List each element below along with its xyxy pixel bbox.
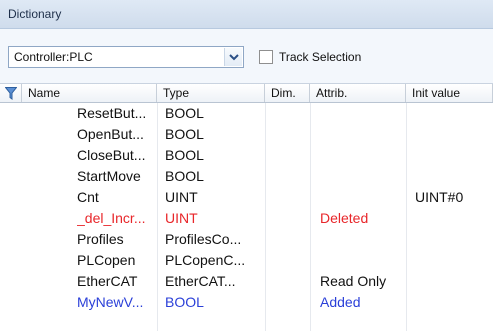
table-row[interactable]: _del_Incr... UINT Deleted: [0, 208, 493, 229]
dictionary-table: Name Type Dim. Attrib. Init value ResetB…: [0, 83, 493, 331]
cell-dim: [270, 103, 310, 124]
table-row[interactable]: EtherCAT EtherCAT... Read Only: [0, 271, 493, 292]
cell-init-value: [415, 271, 493, 292]
table-row[interactable]: StartMove BOOL: [0, 166, 493, 187]
cell-dim: [270, 271, 310, 292]
cell-dim: [270, 229, 310, 250]
cell-type: EtherCAT...: [165, 273, 236, 289]
cell-name: EtherCAT: [77, 273, 138, 289]
cell-attrib: Deleted: [320, 210, 369, 226]
cell-init-value: [415, 250, 493, 271]
table-row[interactable]: Cnt UINT UINT#0: [0, 187, 493, 208]
cell-name: ResetBut...: [77, 105, 147, 121]
cell-attrib: [320, 187, 406, 208]
column-header-dim[interactable]: Dim.: [265, 84, 310, 102]
cell-init-value: [415, 166, 493, 187]
cell-attrib: [320, 145, 406, 166]
cell-dim: [270, 124, 310, 145]
table-row[interactable]: ResetBut... BOOL: [0, 103, 493, 124]
cell-dim: [270, 166, 310, 187]
table-row[interactable]: Profiles ProfilesCo...: [0, 229, 493, 250]
cell-dim: [270, 187, 310, 208]
cell-type: BOOL: [165, 126, 204, 142]
cell-type: BOOL: [165, 294, 204, 310]
cell-init-value: [415, 103, 493, 124]
cell-type: BOOL: [165, 105, 204, 121]
controller-select-value: Controller:PLC: [14, 50, 93, 64]
chevron-down-icon: [229, 54, 239, 61]
column-header-attrib[interactable]: Attrib.: [310, 84, 406, 102]
cell-dim: [270, 145, 310, 166]
cell-type: ProfilesCo...: [165, 231, 242, 247]
cell-name: MyNewV...: [77, 294, 144, 310]
cell-name: CloseBut...: [77, 147, 146, 163]
filter-funnel-icon: [5, 87, 17, 100]
table-body: ResetBut... BOOL OpenBut... BOOL CloseBut...…: [0, 103, 493, 313]
cell-init-value: [415, 229, 493, 250]
column-header-init-value[interactable]: Init value: [406, 84, 493, 102]
cell-name: Profiles: [77, 231, 124, 247]
filter-button[interactable]: [0, 84, 22, 102]
cell-init-value: [415, 292, 493, 313]
table-row[interactable]: PLCopen PLCopenC...: [0, 250, 493, 271]
cell-attrib: [320, 103, 406, 124]
cell-init-value: [415, 145, 493, 166]
controller-select[interactable]: Controller:PLC: [8, 46, 244, 68]
cell-attrib: [320, 250, 406, 271]
table-header: Name Type Dim. Attrib. Init value: [0, 84, 493, 103]
column-header-name[interactable]: Name: [22, 84, 157, 102]
column-header-type[interactable]: Type: [157, 84, 265, 102]
table-row[interactable]: CloseBut... BOOL: [0, 145, 493, 166]
cell-type: PLCopenC...: [165, 252, 246, 268]
cell-attrib: [320, 229, 406, 250]
cell-attrib: [320, 166, 406, 187]
cell-name: _del_Incr...: [77, 210, 146, 226]
cell-type: BOOL: [165, 147, 204, 163]
cell-name: PLCopen: [77, 252, 136, 268]
cell-dim: [270, 208, 310, 229]
cell-type: BOOL: [165, 168, 204, 184]
cell-attrib: [320, 124, 406, 145]
cell-dim: [270, 250, 310, 271]
cell-name: Cnt: [77, 189, 99, 205]
table-row[interactable]: OpenBut... BOOL: [0, 124, 493, 145]
panel-titlebar: Dictionary: [0, 0, 493, 29]
cell-dim: [270, 292, 310, 313]
cell-attrib: Read Only: [320, 273, 387, 289]
dictionary-toolbar: Controller:PLC Track Selection: [0, 29, 493, 83]
table-row[interactable]: MyNewV... BOOL Added: [0, 292, 493, 313]
cell-init-value: [415, 208, 493, 229]
panel-title: Dictionary: [8, 7, 62, 21]
track-selection-checkbox[interactable]: [259, 50, 273, 64]
cell-name: OpenBut...: [77, 126, 144, 142]
cell-name: StartMove: [77, 168, 141, 184]
cell-type: UINT: [165, 189, 198, 205]
cell-init-value: UINT#0: [415, 189, 464, 205]
cell-init-value: [415, 124, 493, 145]
cell-type: UINT: [165, 210, 198, 226]
track-selection-label[interactable]: Track Selection: [279, 50, 361, 64]
cell-attrib: Added: [320, 294, 361, 310]
dropdown-arrow-button[interactable]: [224, 48, 242, 66]
